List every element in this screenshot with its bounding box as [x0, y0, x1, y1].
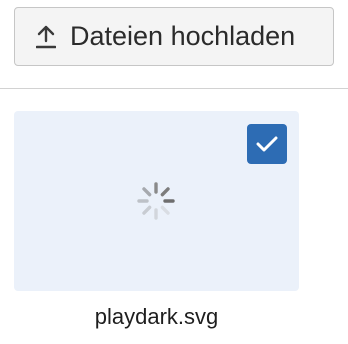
file-select-checkbox[interactable]: [247, 124, 287, 164]
upload-files-label: Dateien hochladen: [70, 21, 296, 51]
file-tile[interactable]: [14, 111, 299, 291]
checkmark-icon: [256, 136, 278, 152]
divider: [0, 88, 348, 89]
upload-files-button[interactable]: Dateien hochladen: [14, 7, 334, 66]
file-name-label[interactable]: playdark.svg: [14, 304, 299, 330]
file-upload-panel: Dateien hochladen playdark.svg: [0, 0, 348, 344]
loading-spinner-icon: [137, 182, 175, 220]
upload-icon: [36, 25, 56, 48]
